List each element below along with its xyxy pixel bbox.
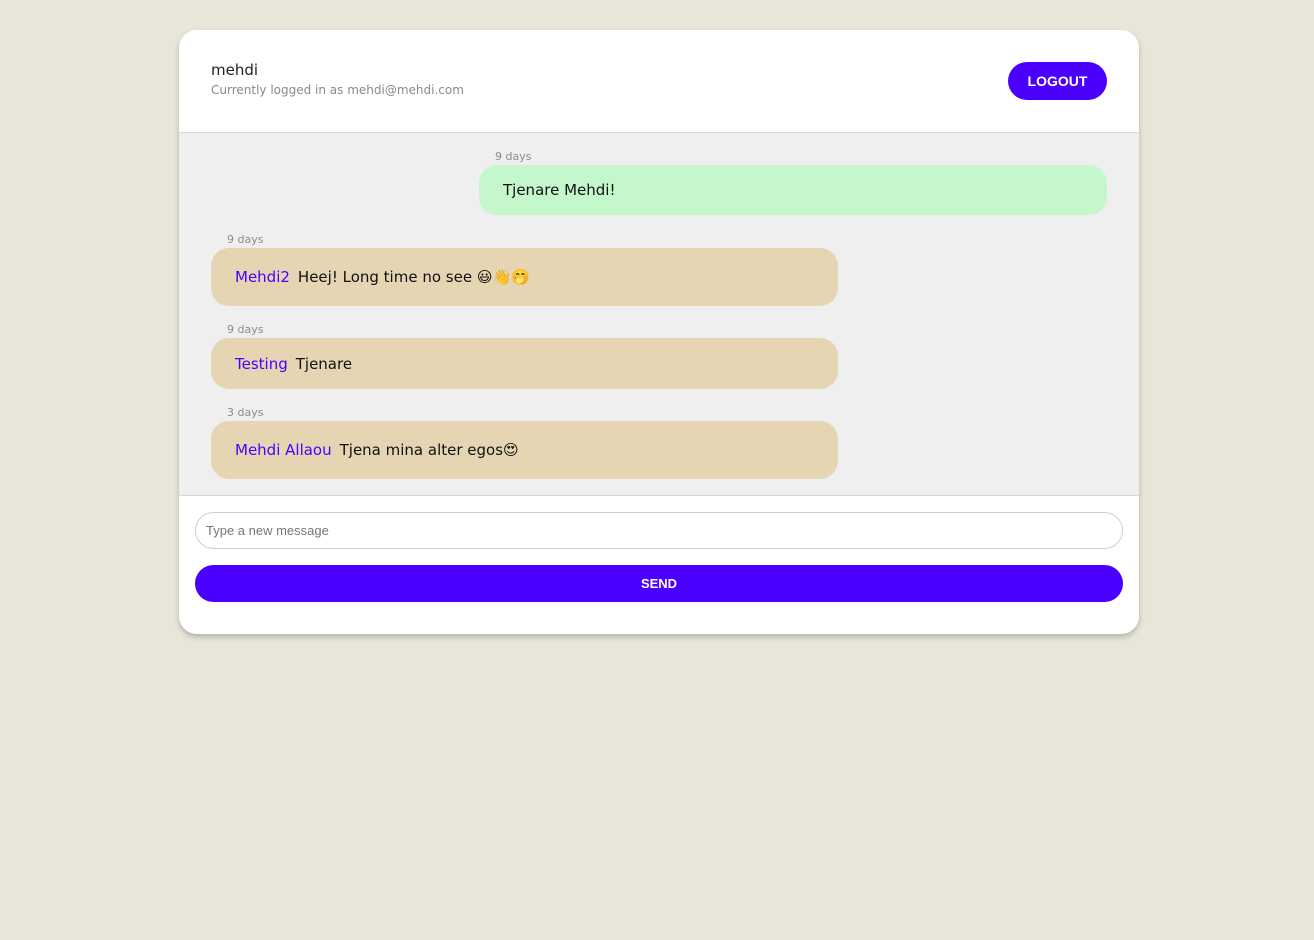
message-time: 9 days xyxy=(227,233,264,246)
message-bubble: Testing Tjenare xyxy=(211,338,838,389)
message-text: Tjena mina alter egos😍 xyxy=(339,441,519,459)
message-author[interactable]: Testing xyxy=(235,355,288,373)
current-user-name: mehdi xyxy=(211,61,259,79)
message-list[interactable]: 9 days Tjenare Mehdi! 9 days Mehdi2 Heej… xyxy=(179,133,1139,496)
message-bubble-own: Tjenare Mehdi! xyxy=(479,165,1107,215)
message-time: 9 days xyxy=(227,323,264,336)
chat-card: mehdi Currently logged in as mehdi@mehdi… xyxy=(179,30,1139,634)
message-text: Tjenare xyxy=(295,354,353,373)
logout-button[interactable]: LOGOUT xyxy=(1008,62,1107,100)
message-author[interactable]: Mehdi2 xyxy=(235,268,290,286)
message-text: Heej! Long time no see 😃👋🤭 xyxy=(297,268,530,286)
message-text: Tjenare Mehdi! xyxy=(503,181,616,199)
message-bubble: Mehdi2 Heej! Long time no see 😃👋🤭 xyxy=(211,248,838,306)
chat-header: mehdi Currently logged in as mehdi@mehdi… xyxy=(179,30,1139,133)
message-time: 9 days xyxy=(495,150,532,163)
message-author[interactable]: Mehdi Allaou xyxy=(235,441,332,459)
message-time: 3 days xyxy=(227,406,264,419)
message-bubble: Mehdi Allaou Tjena mina alter egos😍 xyxy=(211,421,838,479)
message-composer: SEND xyxy=(179,496,1139,634)
logged-in-status: Currently logged in as mehdi@mehdi.com xyxy=(211,83,464,97)
send-button[interactable]: SEND xyxy=(195,565,1123,602)
message-input[interactable] xyxy=(195,512,1123,549)
